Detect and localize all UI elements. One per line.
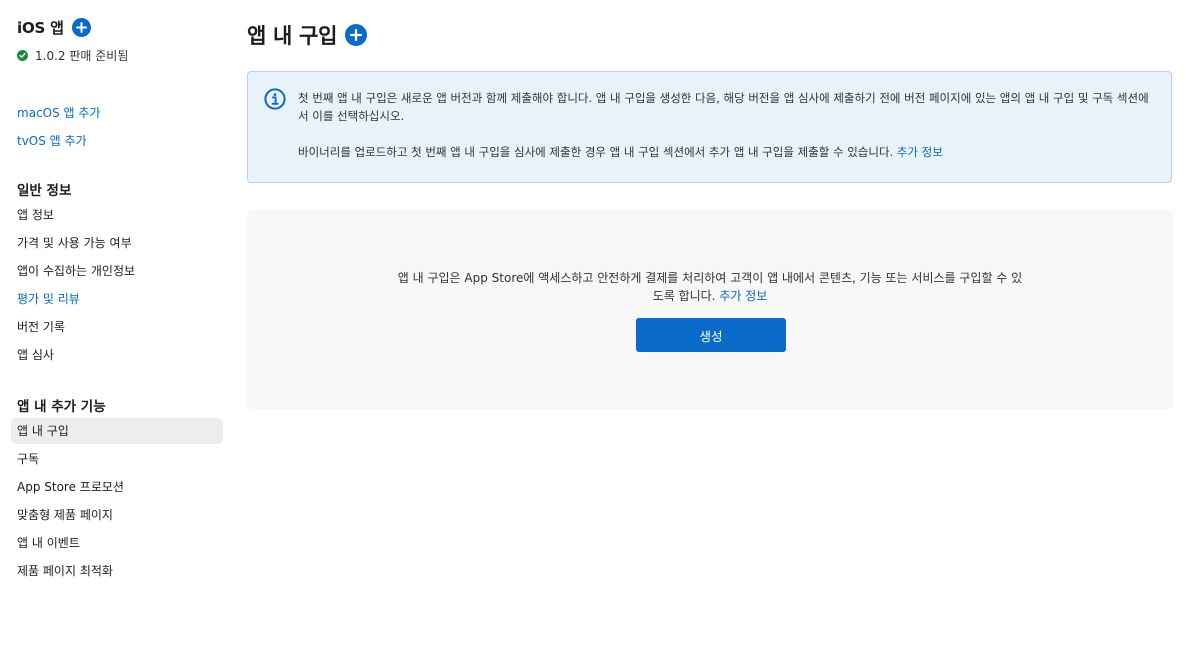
empty-state-more-link[interactable]: 추가 정보 [719,289,767,303]
sidebar: iOS 앱 1.0.2 판매 준비됨 macOS 앱 추가 tvOS 앱 추가 … [0,0,235,653]
features-heading: 앱 내 추가 기능 [17,399,106,415]
sidebar-item-app-review[interactable]: 앱 심사 [11,342,217,368]
sidebar-item-in-app-events[interactable]: 앱 내 이벤트 [11,530,217,556]
add-in-app-purchase-plus-icon[interactable] [345,24,368,46]
check-circle-icon [17,50,28,61]
page-title: 앱 내 구입 [247,24,338,48]
app-page: iOS 앱 1.0.2 판매 준비됨 macOS 앱 추가 tvOS 앱 추가 … [0,0,1195,653]
sidebar-item-in-app-purchases[interactable]: 앱 내 구입 [11,418,223,444]
app-title-row: iOS 앱 [17,17,91,38]
sidebar-item-privacy[interactable]: 앱이 수집하는 개인정보 [11,258,217,284]
sidebar-item-version-history[interactable]: 버전 기록 [11,314,217,340]
sidebar-item-app-info[interactable]: 앱 정보 [11,202,217,228]
sidebar-item-custom-product-pages[interactable]: 맞춤형 제품 페이지 [11,502,217,528]
sidebar-item-app-store-promotions[interactable]: App Store 프로모션 [11,474,217,500]
info-banner: 첫 번째 앱 내 구입은 새로운 앱 버전과 함께 제출해야 합니다. 앱 내 … [247,71,1172,183]
info-text-2-body: 바이너리를 업로드하고 첫 번째 앱 내 구입을 심사에 제출한 경우 앱 내 … [298,145,894,159]
page-title-row: 앱 내 구입 [247,20,368,50]
empty-state-body: 앱 내 구입은 App Store에 액세스하고 안전하게 결제를 처리하여 고… [397,271,1023,303]
sidebar-item-pricing[interactable]: 가격 및 사용 가능 여부 [11,230,217,256]
app-title: iOS 앱 [17,19,64,37]
empty-state-text: 앱 내 구입은 App Store에 액세스하고 안전하게 결제를 처리하여 고… [397,269,1023,305]
add-tvos-app-link[interactable]: tvOS 앱 추가 [17,132,87,149]
info-text-2: 바이너리를 업로드하고 첫 번째 앱 내 구입을 심사에 제출한 경우 앱 내 … [298,143,1158,161]
version-status-text: 1.0.2 판매 준비됨 [35,49,129,63]
sidebar-item-subscriptions[interactable]: 구독 [11,446,217,472]
empty-state-panel: 앱 내 구입은 App Store에 액세스하고 안전하게 결제를 처리하여 고… [247,210,1173,409]
create-button[interactable]: 생성 [636,318,786,352]
general-info-heading: 일반 정보 [17,183,72,199]
info-text-1: 첫 번째 앱 내 구입은 새로운 앱 버전과 함께 제출해야 합니다. 앱 내 … [298,91,1149,123]
add-platform-plus-icon[interactable] [71,18,91,37]
info-more-link[interactable]: 추가 정보 [897,145,943,159]
add-macos-app-link[interactable]: macOS 앱 추가 [17,104,100,121]
info-icon [264,88,286,110]
version-status: 1.0.2 판매 준비됨 [17,47,128,64]
sidebar-item-ratings-reviews[interactable]: 평가 및 리뷰 [11,286,217,312]
sidebar-item-product-page-optimization[interactable]: 제품 페이지 최적화 [11,558,217,584]
